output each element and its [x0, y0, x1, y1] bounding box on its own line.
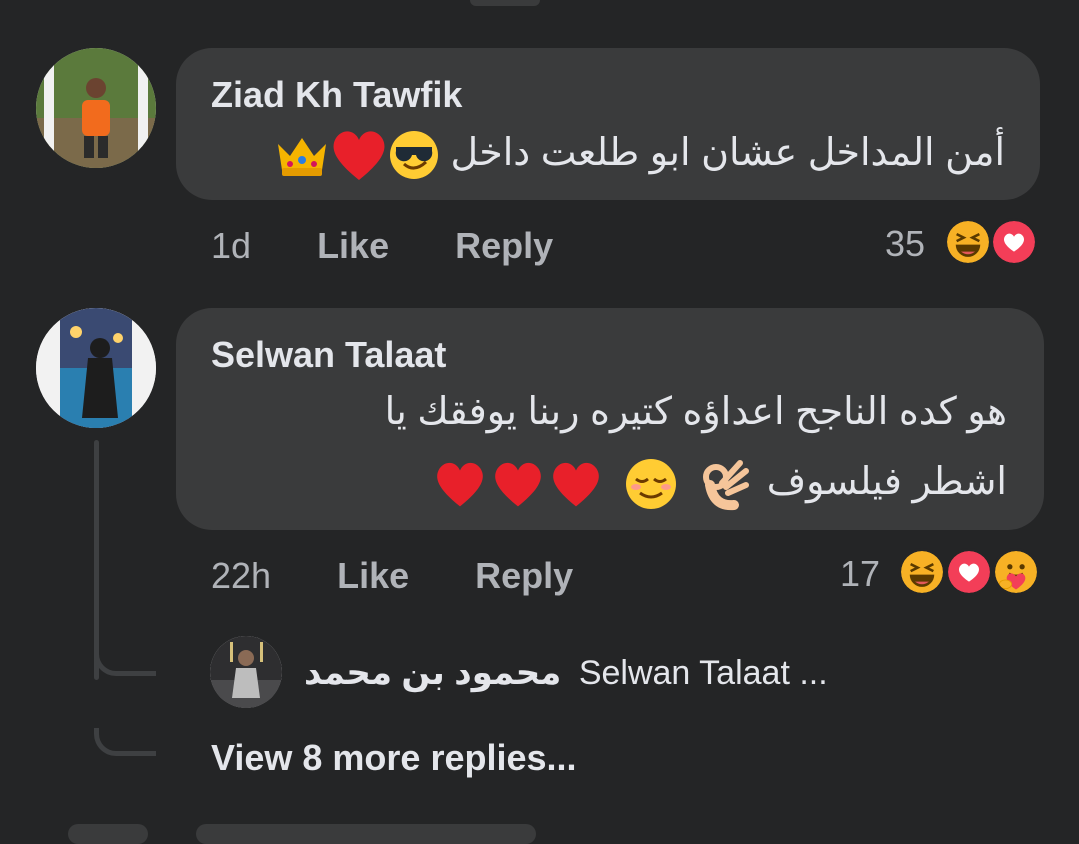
- avatar-selwan[interactable]: [36, 308, 156, 428]
- previous-comment-edge: [470, 0, 540, 6]
- reaction-icons[interactable]: [944, 218, 1044, 266]
- comment-author[interactable]: Ziad Kh Tawfik: [211, 74, 462, 116]
- avatar-reply-author[interactable]: [210, 636, 282, 708]
- love-reaction-icon: [990, 218, 1038, 266]
- red-heart-icon: [550, 459, 602, 509]
- thread-branch: [94, 728, 156, 756]
- love-reaction-icon: [945, 548, 993, 596]
- reaction-count[interactable]: 17: [840, 553, 880, 595]
- reaction-icons[interactable]: [898, 548, 1046, 596]
- care-reaction-icon: [992, 548, 1040, 596]
- relieved-face-icon: [624, 457, 678, 511]
- comment-text-line-2: اشطر فيلسوف: [434, 452, 1007, 512]
- next-comment-avatar-edge: [68, 824, 148, 844]
- reply-text: Selwan Talaat ...: [578, 654, 828, 692]
- red-heart-icon: [492, 459, 544, 509]
- comment-meta: 22h Like Reply: [211, 555, 573, 597]
- reply-author: محمود بن محمد: [304, 654, 562, 692]
- view-more-replies-link[interactable]: View 8 more replies...: [211, 737, 577, 779]
- reply-button[interactable]: Reply: [475, 555, 573, 596]
- comment-text: أمن المداخل عشان ابو طلعت داخل: [274, 123, 1005, 183]
- reply-preview[interactable]: محمود بن محمد Selwan Talaat ...: [304, 653, 828, 693]
- reaction-count[interactable]: 35: [885, 223, 925, 265]
- comment-time[interactable]: 22h: [211, 555, 271, 596]
- haha-reaction-icon: [944, 218, 992, 266]
- ok-hand-icon: [700, 457, 750, 511]
- comment-author[interactable]: Selwan Talaat: [211, 334, 446, 376]
- thread-line: [94, 440, 99, 680]
- comment-text-line-1: هو كده الناجح اعداؤه كتيره ربنا يوفقك يا: [384, 391, 1007, 433]
- comment-text-body: اشطر فيلسوف: [766, 461, 1007, 503]
- reply-button[interactable]: Reply: [455, 225, 553, 266]
- comment-time[interactable]: 1d: [211, 225, 251, 266]
- red-heart-icon: [330, 128, 388, 182]
- like-button[interactable]: Like: [337, 555, 409, 596]
- avatar-ziad[interactable]: [36, 48, 156, 168]
- red-heart-icon: [434, 459, 486, 509]
- thread-branch: [94, 648, 156, 676]
- comment-meta: 1d Like Reply: [211, 225, 553, 267]
- like-button[interactable]: Like: [317, 225, 389, 266]
- crown-icon: [274, 132, 330, 178]
- next-comment-bubble-edge: [196, 824, 536, 844]
- smiling-face-with-sunglasses-icon: [388, 129, 440, 181]
- comment-text-body: أمن المداخل عشان ابو طلعت داخل: [450, 132, 1005, 174]
- haha-reaction-icon: [898, 548, 946, 596]
